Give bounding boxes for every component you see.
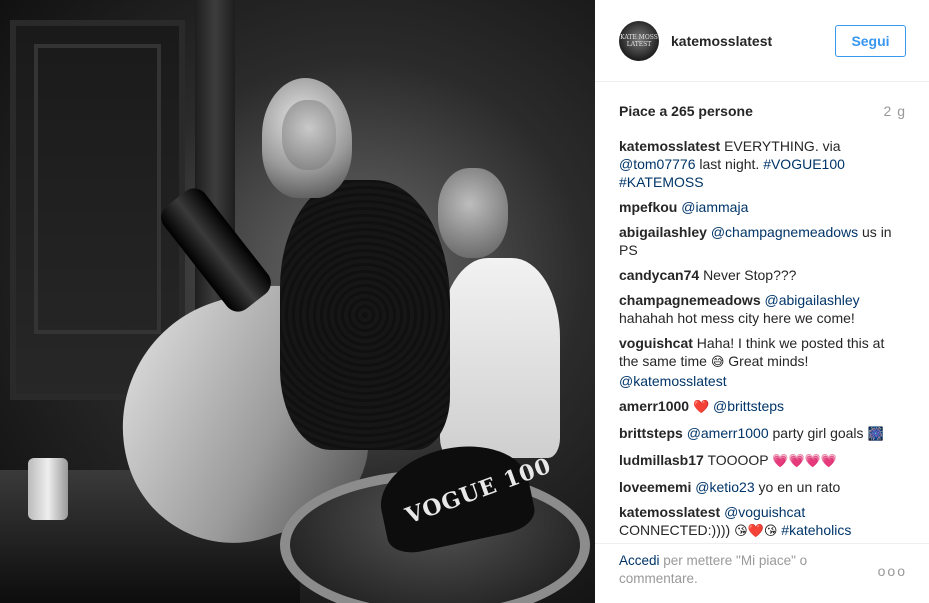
comment-author[interactable]: champagnemeadows	[619, 292, 761, 308]
likes-count[interactable]: Piace a 265 persone	[619, 103, 753, 119]
comment-author[interactable]: voguishcat	[619, 335, 693, 351]
comment-text: Never Stop???	[703, 267, 797, 283]
emoji: 😅	[710, 355, 725, 370]
hashtag-link[interactable]: #VOGUE100	[763, 156, 845, 172]
login-prompt: Accedi per mettere "Mi piace" o commenta…	[619, 552, 849, 588]
comment-author[interactable]: amerr1000	[619, 398, 689, 414]
comment-author[interactable]: katemosslatest	[619, 504, 720, 520]
comment-list: katemosslatest EVERYTHING. via @tom07776…	[595, 137, 929, 541]
comment-text: hahahah hot mess city here we come!	[619, 310, 855, 326]
comment: candycan74 Never Stop???	[619, 266, 906, 284]
comment: katemosslatest EVERYTHING. via @tom07776…	[619, 137, 906, 191]
avatar-text: KATE MOSS LATEST	[620, 33, 658, 48]
comment: mpefkou @iammaja	[619, 198, 906, 216]
comment: champagnemeadows @abigailashley hahahah …	[619, 291, 906, 327]
emoji: 🎆	[867, 427, 884, 442]
post-sidebar: KATE MOSS LATEST katemosslatest Segui Pi…	[595, 0, 929, 603]
mention-link[interactable]: @iammaja	[681, 199, 748, 215]
dress	[280, 180, 450, 450]
comment: loveememi @ketio23 yo en un rato	[619, 478, 906, 496]
mention-link[interactable]: @champagnemeadows	[711, 224, 858, 240]
hashtag-link[interactable]: #kateholics	[781, 522, 851, 538]
post-header: KATE MOSS LATEST katemosslatest Segui	[595, 0, 929, 82]
comment-author[interactable]: abigailashley	[619, 224, 707, 240]
comment-text: TOOOOP	[707, 452, 773, 468]
mention-link[interactable]: @katemosslatest	[619, 373, 727, 389]
face	[282, 100, 336, 170]
comment-author[interactable]: candycan74	[619, 267, 699, 283]
comment-author[interactable]: katemosslatest	[619, 138, 720, 154]
comment-text: EVERYTHING. via	[724, 138, 841, 154]
comment-author[interactable]: brittsteps	[619, 425, 683, 441]
comment: abigailashley @champagnemeadows us in PS	[619, 223, 906, 259]
more-options-icon[interactable]: ooo	[878, 563, 907, 579]
avatar[interactable]: KATE MOSS LATEST	[619, 20, 659, 61]
mention-link[interactable]: @ketio23	[695, 479, 754, 495]
man-head	[438, 168, 508, 258]
comment: brittsteps @amerr1000 party girl goals 🎆	[619, 424, 906, 444]
mention-link[interactable]: @voguishcat	[724, 504, 805, 520]
mention-link[interactable]: @abigailashley	[765, 292, 860, 308]
post-footer: Accedi per mettere "Mi piace" o commenta…	[595, 543, 929, 603]
emoji: 😘❤️😘	[734, 524, 778, 539]
post-photo[interactable]: VOGUE 100	[0, 0, 595, 603]
comment-text: yo en un rato	[754, 479, 841, 495]
cup	[28, 458, 68, 520]
comment: katemosslatest @voguishcat CONNECTED:)))…	[619, 503, 906, 541]
post-viewer: VOGUE 100 KATE MOSS LATEST katemosslates…	[0, 0, 929, 603]
likes-row: Piace a 265 persone 2 g	[595, 85, 929, 137]
follow-button[interactable]: Segui	[835, 25, 906, 57]
comment: amerr1000 ❤️ @brittsteps	[619, 397, 906, 417]
mention-link[interactable]: @amerr1000	[687, 425, 769, 441]
man-shirt	[440, 258, 560, 458]
comment-text: CONNECTED:))))	[619, 522, 735, 538]
comment-text: Great minds!	[724, 353, 809, 369]
comment: ludmillasb17 TOOOOP 💗💗💗💗	[619, 451, 906, 471]
post-age[interactable]: 2 g	[884, 103, 906, 119]
mention-link[interactable]: @brittsteps	[713, 398, 784, 414]
hashtag-link[interactable]: #KATEMOSS	[619, 174, 704, 190]
comment-author[interactable]: loveememi	[619, 479, 691, 495]
comment-author[interactable]: mpefkou	[619, 199, 677, 215]
comment-text: last night.	[695, 156, 764, 172]
emoji: ❤️	[692, 400, 710, 415]
comment: voguishcat Haha! I think we posted this …	[619, 334, 906, 390]
username[interactable]: katemosslatest	[671, 33, 772, 49]
login-link[interactable]: Accedi	[619, 553, 660, 568]
emoji: 💗💗💗💗	[772, 454, 838, 469]
mention-link[interactable]: @tom07776	[619, 156, 695, 172]
comment-text: party girl goals	[768, 425, 868, 441]
comment-author[interactable]: ludmillasb17	[619, 452, 704, 468]
